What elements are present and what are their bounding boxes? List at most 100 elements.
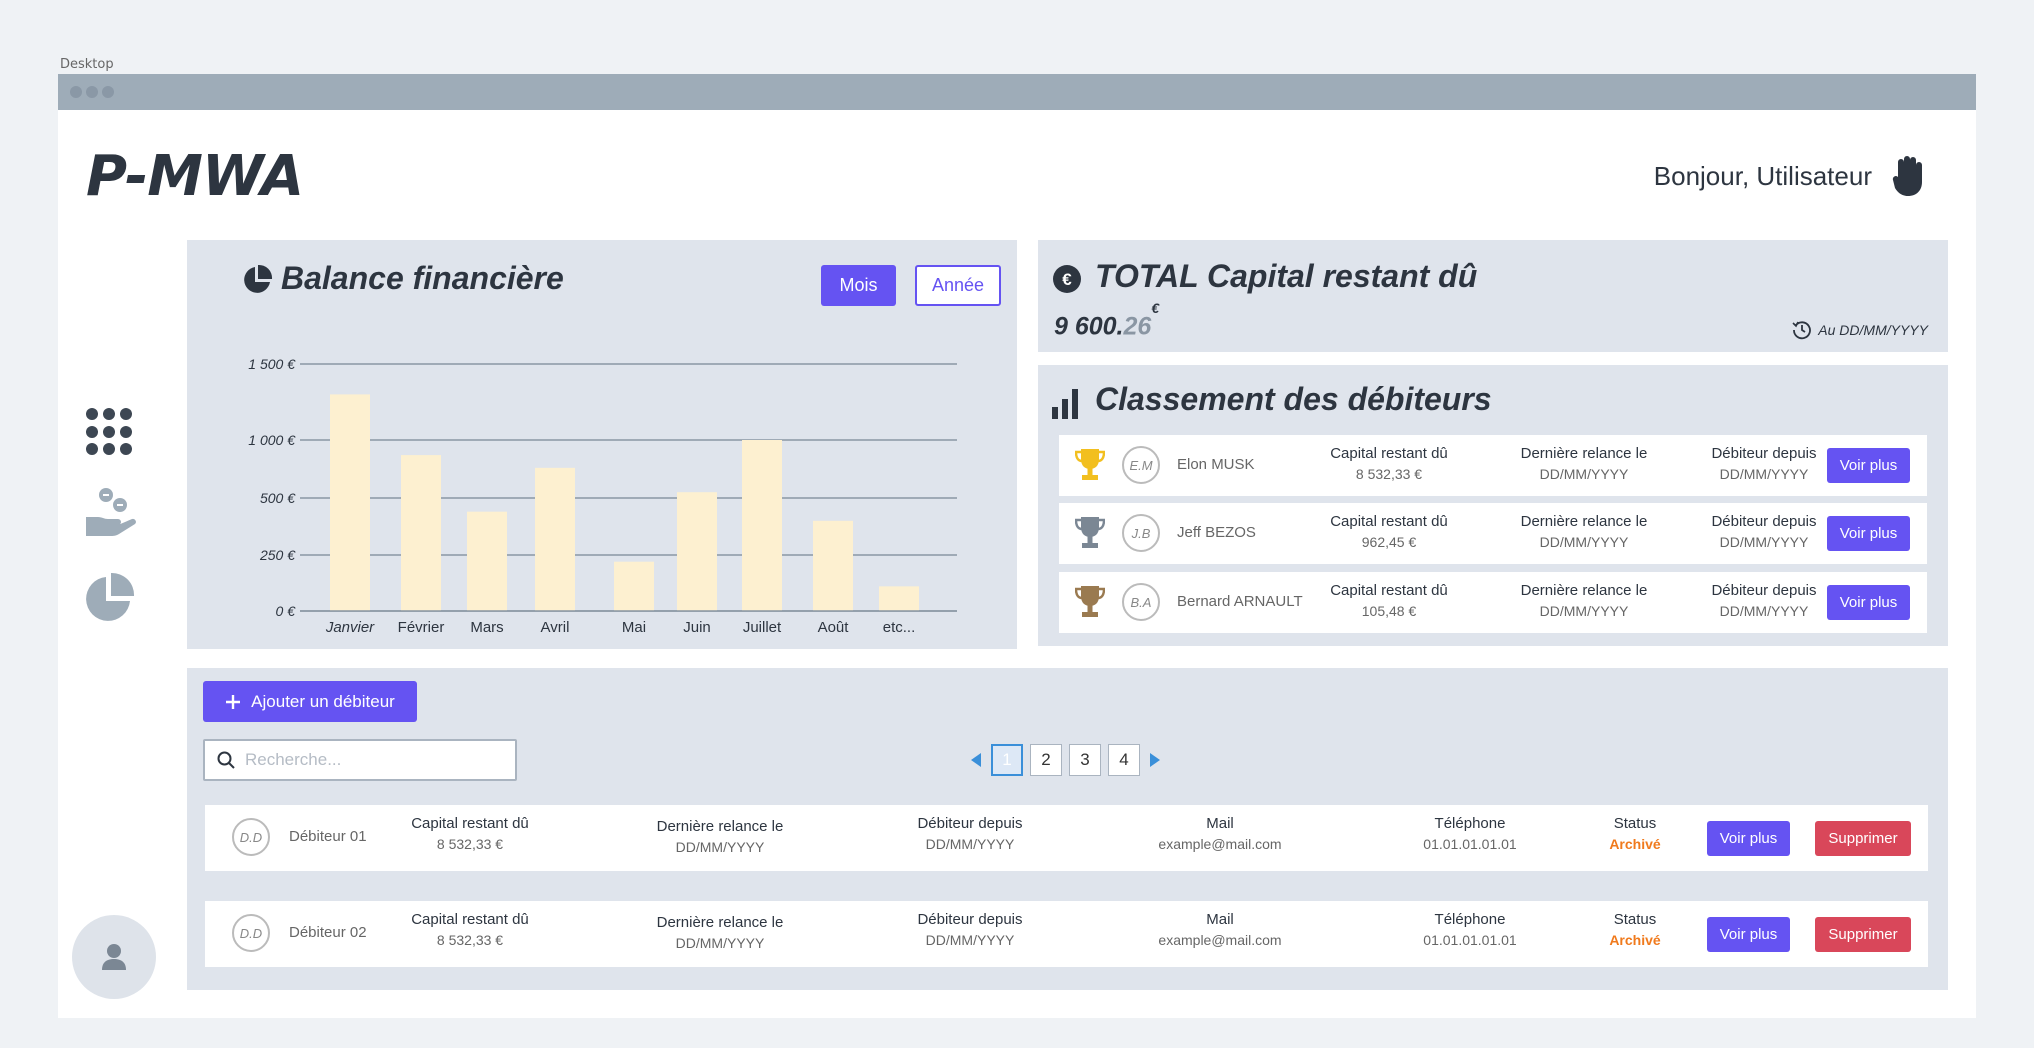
debtor-since-header: Débiteur depuis: [917, 815, 1023, 832]
debtors-hand-coins-icon[interactable]: [84, 485, 140, 541]
debtor-initials-avatar: J.B: [1122, 514, 1160, 552]
phone-column: Téléphone 01.01.01.01.01: [1385, 911, 1555, 948]
chart-bar[interactable]: [401, 455, 441, 611]
last-reminder-value: DD/MM/YYYY: [1539, 534, 1629, 550]
mail-column: Mail example@mail.com: [1125, 815, 1315, 852]
trophy-icon: [1075, 449, 1105, 480]
capital-column: Capital restant dû 8 532,33 €: [395, 815, 545, 852]
debtor-since-column: Débiteur depuis DD/MM/YYYY: [885, 815, 1055, 852]
view-more-button[interactable]: Voir plus: [1827, 448, 1910, 483]
view-more-button[interactable]: Voir plus: [1707, 821, 1790, 856]
page-3-button[interactable]: 3: [1069, 744, 1101, 776]
waving-hand-icon: [1892, 156, 1922, 196]
last-reminder-value: DD/MM/YYYY: [675, 935, 765, 951]
debtor-since-value: DD/MM/YYYY: [925, 932, 1015, 948]
chart-bar[interactable]: [813, 520, 853, 611]
chart-bar[interactable]: [742, 440, 782, 611]
debtor-row: D.D Débiteur 01 Capital restant dû 8 532…: [205, 805, 1928, 871]
total-title: TOTAL Capital restant dû: [1095, 258, 1478, 294]
page-1-button[interactable]: 1: [991, 744, 1023, 776]
last-reminder-column: Dernière relance le DD/MM/YYYY: [635, 818, 805, 855]
debtor-row: D.D Débiteur 02 Capital restant dû 8 532…: [205, 901, 1928, 967]
window-controls[interactable]: [70, 86, 114, 98]
phone-header: Téléphone: [1434, 911, 1506, 928]
last-reminder-column: Dernière relance le DD/MM/YYYY: [1489, 513, 1679, 550]
debtor-initials-avatar: E.M: [1122, 446, 1160, 484]
search-input[interactable]: [245, 750, 505, 770]
y-tick-label: 500 €: [260, 490, 296, 506]
trophy-icon: [1075, 586, 1105, 617]
debtor-since-value: DD/MM/YYYY: [1719, 466, 1809, 482]
history-clock-icon: [1792, 321, 1812, 340]
prev-page-arrow-icon[interactable]: [969, 752, 983, 768]
capital-value: 8 532,33 €: [436, 836, 504, 852]
next-page-arrow-icon[interactable]: [1148, 752, 1162, 768]
capital-header: Capital restant dû: [411, 911, 529, 928]
total-date: Au DD/MM/YYYY: [1792, 320, 1928, 340]
dashboard-grid-icon[interactable]: [86, 408, 134, 456]
total-date-text: Au DD/MM/YYYY: [1818, 322, 1928, 338]
delete-button[interactable]: Supprimer: [1815, 917, 1911, 952]
last-reminder-value: DD/MM/YYYY: [675, 839, 765, 855]
ranking-row: B.A Bernard ARNAULT Capital restant dû 1…: [1059, 572, 1927, 633]
debtor-since-column: Débiteur depuis DD/MM/YYYY: [1679, 513, 1849, 550]
app-logo: P-MWA: [86, 144, 304, 209]
x-tick-label: etc...: [883, 619, 916, 636]
last-reminder-header: Dernière relance le: [1520, 445, 1648, 462]
ranking-row: E.M Elon MUSK Capital restant dû 8 532,3…: [1059, 435, 1927, 496]
capital-header: Capital restant dû: [1330, 513, 1448, 530]
search-box[interactable]: [203, 739, 517, 781]
pagination: 1234: [969, 744, 1162, 776]
capital-column: Capital restant dû 105,48 €: [1304, 582, 1474, 619]
debtor-since-column: Débiteur depuis DD/MM/YYYY: [885, 911, 1055, 948]
debtor-name: Jeff BEZOS: [1177, 524, 1256, 541]
frame-label: Desktop: [60, 57, 114, 72]
add-debtor-button[interactable]: Ajouter un débiteur: [203, 681, 417, 722]
chart-bar[interactable]: [879, 586, 919, 611]
ranking-title: Classement des débiteurs: [1095, 381, 1492, 417]
total-amount: 9 600.26€: [1054, 300, 1159, 341]
page-4-button[interactable]: 4: [1108, 744, 1140, 776]
capital-header: Capital restant dû: [411, 815, 529, 832]
delete-button[interactable]: Supprimer: [1815, 821, 1911, 856]
chart-bar[interactable]: [677, 492, 717, 611]
last-reminder-header: Dernière relance le: [1520, 582, 1648, 599]
debtor-name: Bernard ARNAULT: [1177, 593, 1303, 610]
mail-header: Mail: [1206, 911, 1234, 928]
view-more-button[interactable]: Voir plus: [1707, 917, 1790, 952]
last-reminder-value: DD/MM/YYYY: [1539, 466, 1629, 482]
capital-header: Capital restant dû: [1330, 445, 1448, 462]
chart-bar[interactable]: [330, 394, 370, 611]
debtor-since-column: Débiteur depuis DD/MM/YYYY: [1679, 582, 1849, 619]
debtor-since-header: Débiteur depuis: [1711, 582, 1817, 599]
capital-column: Capital restant dû 8 532,33 €: [395, 911, 545, 948]
capital-header: Capital restant dû: [1330, 582, 1448, 599]
chart-bar[interactable]: [535, 467, 575, 611]
x-tick-label: Mai: [622, 619, 646, 636]
status-column: Status Archivé: [1575, 911, 1695, 948]
user-avatar[interactable]: [72, 915, 156, 999]
view-more-button[interactable]: Voir plus: [1827, 585, 1910, 620]
x-tick-label: Mars: [470, 619, 503, 636]
chart-bar[interactable]: [614, 561, 654, 611]
debtor-since-header: Débiteur depuis: [1711, 445, 1817, 462]
svg-text:€: €: [1062, 270, 1072, 289]
stats-pie-icon[interactable]: [82, 571, 136, 625]
chart-bar[interactable]: [467, 511, 507, 611]
y-tick-label: 250 €: [259, 547, 296, 563]
debtor-name: Débiteur 02: [289, 924, 367, 941]
last-reminder-header: Dernière relance le: [656, 818, 784, 835]
user-icon: [102, 944, 126, 970]
debtor-since-header: Débiteur depuis: [1711, 513, 1817, 530]
page-2-button[interactable]: 2: [1030, 744, 1062, 776]
debtor-initials-avatar: B.A: [1122, 583, 1160, 621]
capital-column: Capital restant dû 962,45 €: [1304, 513, 1474, 550]
debtor-name: Elon MUSK: [1177, 456, 1255, 473]
capital-value: 962,45 €: [1361, 534, 1417, 550]
last-reminder-column: Dernière relance le DD/MM/YYYY: [1489, 445, 1679, 482]
greeting-text: Bonjour, Utilisateur: [1653, 160, 1872, 191]
bar-stats-icon: [1052, 389, 1078, 419]
view-more-button[interactable]: Voir plus: [1827, 516, 1910, 551]
ranking-panel: Classement des débiteurs E.M Elon MUSK C…: [1038, 365, 1948, 646]
capital-value: 8 532,33 €: [436, 932, 504, 948]
